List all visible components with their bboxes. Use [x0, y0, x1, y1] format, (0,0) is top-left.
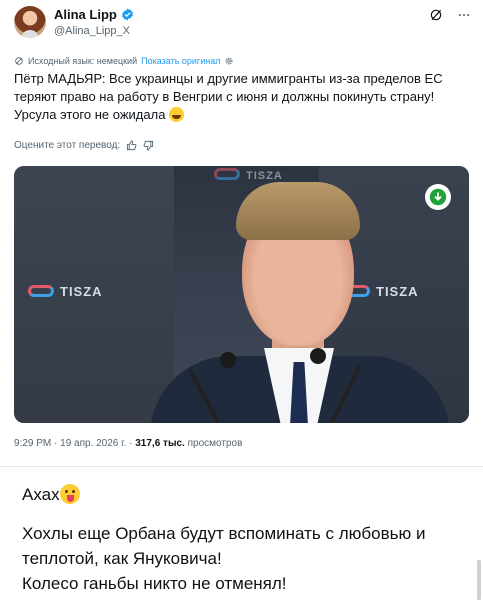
rate-translation: Оцените этот перевод: — [14, 140, 154, 151]
avatar[interactable] — [14, 6, 46, 38]
comment-line-4: Колесо ганьбы никто не отменял! — [22, 574, 287, 593]
scrollbar-thumb[interactable] — [477, 560, 481, 600]
translate-icon — [15, 57, 23, 65]
views-label: просмотров — [184, 438, 243, 449]
tweet-body: Пётр МАДЬЯР: Все украинцы и другие иммиг… — [14, 71, 443, 122]
portrait-hair — [236, 182, 360, 240]
handle[interactable]: @Alina_Lipp_X — [54, 25, 130, 37]
comment-line-2: Хохлы еще Орбана будут вспоминать с любо… — [22, 524, 426, 543]
tongue-emoji — [59, 484, 80, 504]
grinning-emoji — [169, 107, 185, 122]
microphone-left — [220, 352, 236, 368]
display-name[interactable]: Alina Lipp — [54, 7, 117, 22]
divider — [0, 466, 483, 467]
verified-badge-icon — [121, 8, 133, 21]
brand-logo-top: TISZA — [214, 168, 283, 182]
views-count: 317,6 тыс. — [135, 438, 185, 449]
top-actions — [429, 8, 471, 22]
comment-line-3: теплотой, как Януковича! — [22, 549, 222, 568]
microphone-right — [310, 348, 326, 364]
thumbs-up-icon[interactable] — [126, 140, 137, 151]
download-icon — [429, 188, 447, 206]
more-icon[interactable] — [457, 8, 471, 22]
settings-icon[interactable] — [224, 56, 234, 66]
tweet-meta: 9:29 PM · 19 апр. 2026 г. · 317,6 тыс. п… — [14, 438, 242, 449]
translation-note: Исходный язык: немецкий Показать оригина… — [14, 56, 234, 66]
rate-translation-label: Оцените этот перевод: — [14, 140, 121, 151]
comment-text: Ахах Хохлы еще Орбана будут вспоминать с… — [22, 482, 472, 596]
comment-line-1: Ахах — [22, 482, 472, 507]
tweet-text: Пётр МАДЬЯР: Все украинцы и другие иммиг… — [14, 70, 474, 124]
tweet-card: Alina Lipp @Alina_Lipp_X Исходный язык: … — [0, 0, 483, 466]
author-name-row: Alina Lipp — [54, 7, 134, 22]
brand-logo-left: TISZA — [28, 284, 103, 299]
tweet-media-photo[interactable]: TISZA TISZA TISZA — [14, 166, 469, 423]
grok-icon[interactable] — [429, 8, 443, 22]
show-original-link[interactable]: Показать оригинал — [141, 56, 220, 66]
download-button[interactable] — [425, 184, 451, 210]
source-language-note: Исходный язык: немецкий — [28, 56, 138, 66]
brand-logo-right: TISZA — [344, 284, 419, 299]
thumbs-down-icon[interactable] — [143, 140, 154, 151]
timestamp[interactable]: 9:29 PM · 19 апр. 2026 г. · — [14, 438, 135, 449]
